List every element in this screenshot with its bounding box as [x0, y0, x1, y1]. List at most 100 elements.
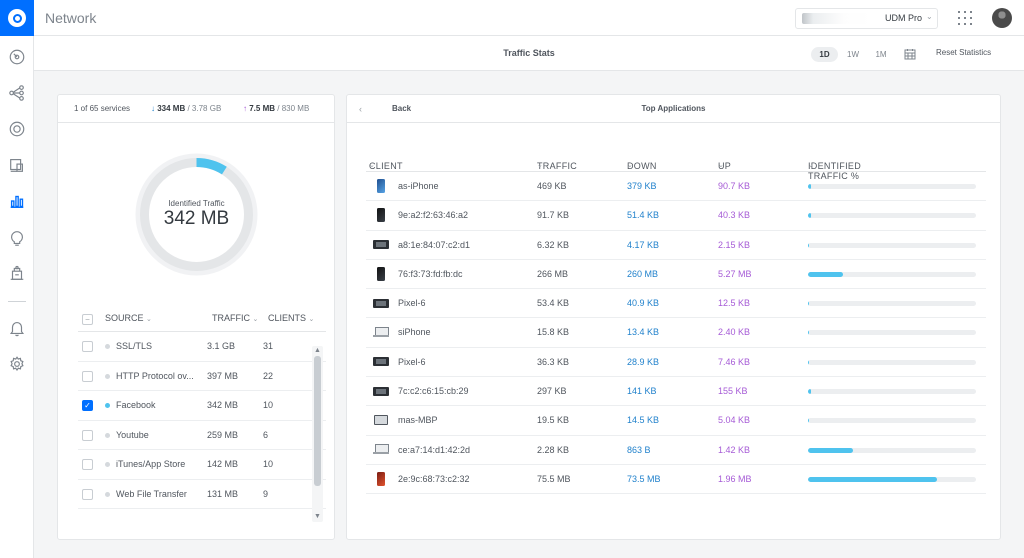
- sources-table: − SOURCE ⌄ TRAFFIC ⌄ CLIENTS ⌄ SSL/TLS 3.…: [78, 308, 326, 509]
- client-name[interactable]: Pixel-6: [398, 298, 426, 308]
- range-1m-button[interactable]: 1M: [870, 47, 892, 62]
- identified-traffic-fill: [808, 476, 938, 482]
- devices-icon[interactable]: [7, 119, 27, 139]
- source-clients: 6: [263, 429, 269, 440]
- client-row[interactable]: as-iPhone 469 KB 379 KB 90.7 KB: [366, 172, 986, 202]
- scroll-down-icon[interactable]: ▼: [312, 512, 323, 522]
- device-icon: [372, 178, 390, 194]
- client-traffic: 19.5 KB: [537, 415, 570, 426]
- upload-stat: ↑ 7.5 MB / 830 MB: [243, 104, 310, 113]
- calendar-icon[interactable]: [904, 48, 916, 60]
- client-traffic: 297 KB: [537, 386, 567, 397]
- identified-traffic-fill: [808, 389, 811, 395]
- identified-traffic-fill: [808, 301, 810, 307]
- settings-icon[interactable]: [7, 354, 27, 374]
- unifi-logo[interactable]: [0, 0, 34, 36]
- identified-traffic-bar: [808, 359, 976, 365]
- client-row[interactable]: 76:f3:73:fd:fb:dc 266 MB 260 MB 5.27 MB: [366, 260, 986, 290]
- console-selector[interactable]: UDM Pro ⌄: [795, 8, 938, 29]
- client-name[interactable]: mas-MBP: [398, 415, 438, 425]
- clients-icon[interactable]: [7, 155, 27, 175]
- sources-scrollbar[interactable]: ▲ ▼: [312, 346, 323, 522]
- identified-traffic-bar: [808, 271, 976, 277]
- client-name[interactable]: siPhone: [398, 327, 431, 337]
- client-row[interactable]: siPhone 15.8 KB 13.4 KB 2.40 KB: [366, 318, 986, 348]
- source-clients: 31: [263, 341, 274, 351]
- identified-traffic-fill: [808, 271, 844, 277]
- source-color-dot: [105, 403, 110, 408]
- client-name[interactable]: Pixel-6: [398, 357, 426, 367]
- source-row[interactable]: Web File Transfer 131 MB 9: [78, 480, 326, 509]
- console-owner-redacted: [802, 13, 872, 24]
- identified-traffic-bar: [808, 213, 976, 219]
- identified-traffic-fill: [808, 242, 810, 248]
- clients-header: CLIENT ⌄ TRAFFIC ⌄ DOWN ⌄ UP ⌄ IDENTIFIE…: [366, 147, 986, 181]
- scroll-thumb[interactable]: [314, 356, 321, 486]
- source-color-dot: [105, 432, 110, 438]
- column-source[interactable]: SOURCE ⌄: [105, 313, 152, 323]
- device-icon: [372, 354, 390, 370]
- source-checkbox[interactable]: [82, 341, 93, 352]
- client-name[interactable]: as-iPhone: [398, 181, 439, 191]
- client-row[interactable]: 7c:c2:c6:15:cb:29 297 KB 141 KB 155 KB: [366, 377, 986, 407]
- chevron-down-icon: ⌄: [926, 12, 933, 21]
- source-row[interactable]: Youtube 259 MB 6: [78, 421, 326, 450]
- client-traffic: 469 KB: [537, 181, 567, 191]
- client-row[interactable]: ce:a7:14:d1:42:2d 2.28 KB 863 B 1.42 KB: [366, 436, 986, 465]
- events-icon[interactable]: [7, 263, 27, 283]
- source-checkbox[interactable]: [82, 370, 93, 382]
- client-name[interactable]: ce:a7:14:d1:42:2d: [398, 445, 470, 455]
- client-name[interactable]: 76:f3:73:fd:fb:dc: [398, 269, 463, 279]
- client-row[interactable]: Pixel-6 36.3 KB 28.9 KB 7.46 KB: [366, 348, 986, 378]
- device-icon: [372, 266, 390, 282]
- services-summary: 1 of 65 services ↓ 334 MB / 3.78 GB ↑ 7.…: [58, 95, 334, 123]
- topology-icon[interactable]: [7, 83, 27, 103]
- client-up: 7.46 KB: [718, 356, 751, 367]
- client-row[interactable]: 2e:9c:68:73:c2:32 75.5 MB 73.5 MB 1.96 MB: [366, 465, 986, 495]
- source-name: HTTP Protocol ov...: [116, 370, 194, 381]
- source-traffic: 342 MB: [207, 400, 239, 410]
- client-row[interactable]: mas-MBP 19.5 KB 14.5 KB 5.04 KB: [366, 406, 986, 436]
- range-1w-button[interactable]: 1W: [842, 47, 864, 62]
- client-down: 40.9 KB: [627, 298, 660, 309]
- sources-header: − SOURCE ⌄ TRAFFIC ⌄ CLIENTS ⌄: [78, 308, 326, 332]
- client-name[interactable]: 7c:c2:c6:15:cb:29: [398, 386, 469, 396]
- column-traffic[interactable]: TRAFFIC ⌄: [212, 313, 258, 323]
- source-clients: 10: [263, 459, 274, 469]
- source-row[interactable]: HTTP Protocol ov... 397 MB 22: [78, 362, 326, 391]
- column-clients[interactable]: CLIENTS ⌄: [268, 313, 314, 323]
- statistics-icon[interactable]: [7, 191, 27, 211]
- select-all-checkbox[interactable]: −: [82, 314, 93, 325]
- client-row[interactable]: a8:1e:84:07:c2:d1 6.32 KB 4.17 KB 2.15 KB: [366, 231, 986, 260]
- client-name[interactable]: a8:1e:84:07:c2:d1: [398, 240, 470, 250]
- client-name[interactable]: 9e:a2:f2:63:46:a2: [398, 210, 468, 220]
- user-avatar[interactable]: [992, 8, 1012, 28]
- reset-statistics-button[interactable]: Reset Statistics: [936, 48, 991, 57]
- source-checkbox[interactable]: [82, 429, 93, 441]
- dashboard-icon[interactable]: [7, 47, 27, 67]
- source-row[interactable]: iTunes/App Store 142 MB 10: [78, 450, 326, 480]
- client-down: 14.5 KB: [627, 415, 660, 426]
- identified-traffic-bar: [808, 418, 976, 424]
- source-checkbox[interactable]: [82, 459, 93, 470]
- source-traffic: 397 MB: [207, 370, 239, 381]
- identified-traffic-value: 342 MB: [163, 208, 230, 229]
- client-traffic: 266 MB: [537, 268, 569, 279]
- client-row[interactable]: 9e:a2:f2:63:46:a2 91.7 KB 51.4 KB 40.3 KB: [366, 201, 986, 231]
- source-row[interactable]: SSL/TLS 3.1 GB 31: [78, 332, 326, 362]
- source-checkbox[interactable]: [82, 488, 93, 500]
- scroll-up-icon[interactable]: ▲: [312, 346, 323, 356]
- apps-grid-icon[interactable]: [958, 11, 972, 25]
- logo-icon: [8, 9, 26, 27]
- source-name: iTunes/App Store: [116, 459, 186, 469]
- top-applications-card: ‹ Back Top Applications CLIENT ⌄ TRAFFIC…: [346, 94, 1001, 540]
- range-1d-button[interactable]: 1D: [811, 47, 838, 62]
- source-checkbox[interactable]: ✓: [82, 400, 93, 411]
- alerts-icon[interactable]: [7, 318, 27, 338]
- source-row[interactable]: ✓ Facebook 342 MB 10: [78, 391, 326, 421]
- insights-icon[interactable]: [7, 228, 27, 248]
- client-row[interactable]: Pixel-6 53.4 KB 40.9 KB 12.5 KB: [366, 289, 986, 319]
- identified-traffic-bar: [808, 330, 976, 336]
- client-name[interactable]: 2e:9c:68:73:c2:32: [398, 474, 470, 484]
- sources-rows: SSL/TLS 3.1 GB 31 HTTP Protocol ov... 397 MB…: [78, 332, 326, 509]
